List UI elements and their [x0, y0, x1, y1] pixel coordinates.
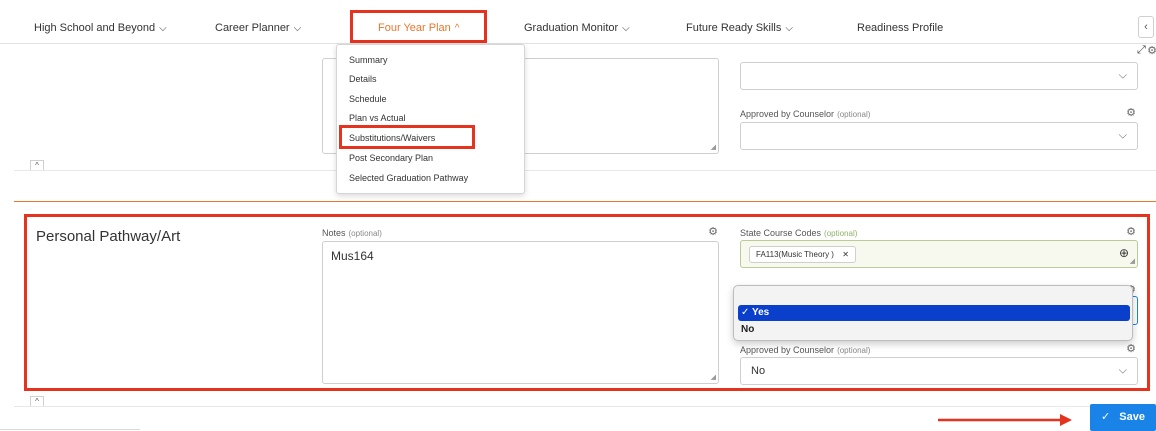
gear-icon[interactable]: ⚙ — [1125, 107, 1137, 119]
nav-career-planner[interactable]: Career Planner ⌵ — [215, 0, 301, 44]
nav-label: Graduation Monitor — [524, 22, 619, 34]
menu-item-plan-vs-actual[interactable]: Plan vs Actual — [349, 113, 406, 123]
section-divider — [14, 201, 1156, 202]
menu-item-selected-graduation-pathway[interactable]: Selected Graduation Pathway — [349, 173, 468, 183]
resize-handle-icon: ◢ — [710, 374, 716, 381]
remove-chip-icon[interactable]: ✕ — [842, 250, 849, 259]
menu-item-summary[interactable]: Summary — [349, 55, 388, 65]
menu-item-post-secondary-plan[interactable]: Post Secondary Plan — [349, 153, 433, 163]
menu-item-schedule[interactable]: Schedule — [349, 94, 387, 104]
gear-icon[interactable]: ⚙ — [1146, 45, 1156, 57]
state-course-codes-label: State Course Codes (optional) — [740, 228, 858, 238]
approved-by-counselor-select[interactable]: No ⌵ — [740, 357, 1138, 385]
upper-select-field[interactable]: ⌵ — [740, 62, 1138, 90]
option-yes[interactable]: ✓ Yes — [738, 305, 1130, 321]
upper-approved-select[interactable]: ⌵ — [740, 122, 1138, 150]
chevron-down-icon: ⌵ — [785, 23, 793, 34]
save-label: Save — [1119, 411, 1145, 423]
highlight-substitutions-waivers — [339, 125, 475, 149]
collapse-up-icon[interactable]: ^ — [30, 160, 44, 170]
chevron-down-icon: ⌵ — [1118, 69, 1127, 82]
resize-handle-icon: ◢ — [1129, 258, 1135, 265]
option-no[interactable]: No — [738, 322, 1130, 338]
chevron-down-icon: ⌵ — [293, 23, 302, 34]
chevron-down-icon: ⌵ — [159, 23, 167, 34]
notes-textarea[interactable]: Mus164 ◢ — [322, 241, 719, 384]
chevron-down-icon: ⌵ — [1118, 364, 1127, 377]
top-navigation-bar: High School and Beyond ⌵ Career Planner ⌵ … — [0, 0, 1156, 44]
nav-graduation-monitor[interactable]: Graduation Monitor ⌵ — [524, 0, 630, 44]
nav-label: Future Ready Skills — [686, 22, 782, 34]
course-code-chip: FA113(Music Theory ) ✕ — [749, 246, 856, 263]
highlight-four-year-plan — [350, 10, 487, 43]
gear-icon[interactable]: ⚙ — [1125, 226, 1137, 238]
gear-icon[interactable]: ⚙ — [707, 226, 719, 238]
divider — [14, 406, 1090, 407]
notes-value: Mus164 — [331, 249, 374, 263]
chevron-down-icon: ⌵ — [622, 23, 630, 34]
approved-value: No — [751, 365, 766, 377]
nav-readiness-profile[interactable]: Readiness Profile — [857, 0, 943, 44]
notes-label: Notes (optional) — [322, 228, 382, 238]
resize-handle-icon: ◢ — [710, 144, 716, 151]
nav-label: Career Planner — [215, 22, 290, 34]
gear-icon[interactable]: ⚙ — [1125, 343, 1137, 355]
nav-label: High School and Beyond — [34, 22, 156, 34]
arrow-right-icon — [938, 414, 1072, 426]
save-button[interactable]: ✓ Save — [1090, 404, 1156, 431]
pathway-title: Personal Pathway/Art — [36, 228, 181, 245]
check-icon: ✓ — [1101, 411, 1111, 423]
chevron-left-icon[interactable]: ‹ — [1138, 16, 1154, 38]
bottom-divider — [0, 429, 140, 430]
divider — [14, 170, 1156, 171]
approved-by-counselor-label: Approved by Counselor (optional) — [740, 345, 871, 355]
zoom-in-icon[interactable]: ⊕ — [1119, 246, 1129, 260]
state-course-codes-field[interactable]: FA113(Music Theory ) ✕ ⊕ ◢ — [740, 240, 1138, 268]
menu-item-details[interactable]: Details — [349, 74, 377, 84]
four-year-plan-menu: Summary Details Schedule Plan vs Actual … — [336, 44, 525, 194]
chevron-down-icon: ⌵ — [1118, 129, 1127, 142]
nav-future-ready-skills[interactable]: Future Ready Skills ⌵ — [686, 0, 793, 44]
nav-label: Readiness Profile — [857, 22, 944, 34]
upper-approved-label: Approved by Counselor (optional) — [740, 109, 871, 119]
collapse-up-icon[interactable]: ^ — [30, 396, 44, 406]
yes-no-dropdown-popup: ✓ Yes No — [733, 285, 1133, 341]
nav-high-school-and-beyond[interactable]: High School and Beyond ⌵ — [34, 0, 167, 44]
